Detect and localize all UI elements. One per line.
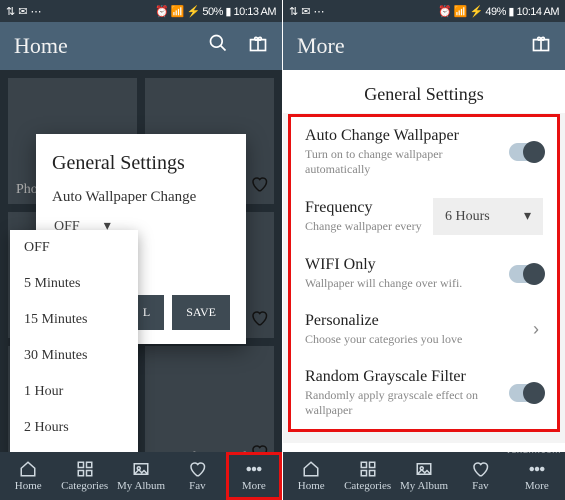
nav-categories[interactable]: Categories xyxy=(339,452,395,500)
dropdown-option[interactable]: 15 Minutes xyxy=(10,302,138,338)
setting-wifi-only[interactable]: WIFI OnlyWallpaper will change over wifi… xyxy=(291,246,557,302)
dropdown-option[interactable]: 1 Hour xyxy=(10,374,138,410)
nav-categories[interactable]: Categories xyxy=(56,452,112,500)
toggle-switch[interactable] xyxy=(509,143,543,161)
status-left-icons: ⇅ ✉ ⋯ xyxy=(6,5,42,18)
bottom-nav: Home Categories My Album Fav More xyxy=(283,452,565,500)
home-content: Photo C ad By Hold By Anthony Tuil Gener… xyxy=(0,70,282,452)
status-bar: ⇅ ✉ ⋯ ⏰ 📶 ⚡ 49% ▮ 10:14 AM xyxy=(283,0,565,22)
app-bar: More xyxy=(283,22,565,70)
gift-icon[interactable] xyxy=(531,33,551,59)
frequency-dropdown-menu: OFF 5 Minutes 15 Minutes 30 Minutes 1 Ho… xyxy=(10,230,138,452)
dropdown-option[interactable]: 2 Hours xyxy=(10,410,138,446)
app-bar: Home xyxy=(0,22,282,70)
section-title-general: General Settings xyxy=(283,70,565,113)
setting-frequency[interactable]: FrequencyChange wallpaper every 6 Hours▾ xyxy=(291,188,557,246)
search-icon[interactable] xyxy=(208,33,228,59)
nav-fav[interactable]: Fav xyxy=(169,452,225,500)
setting-grayscale[interactable]: Random Grayscale FilterRandomly apply gr… xyxy=(291,358,557,429)
status-right-text: ⏰ 📶 ⚡ 49% ▮ 10:14 AM xyxy=(438,5,559,18)
dropdown-option[interactable]: 6 Hours xyxy=(10,446,138,452)
general-settings-group: Auto Change WallpaperTurn on to change w… xyxy=(291,117,557,429)
gift-icon[interactable] xyxy=(248,33,268,59)
nav-my-album[interactable]: My Album xyxy=(396,452,452,500)
nav-more[interactable]: More xyxy=(226,452,282,500)
setting-personalize[interactable]: PersonalizeChoose your categories you lo… xyxy=(291,302,557,358)
page-title: Home xyxy=(14,33,68,59)
page-title: More xyxy=(297,33,345,59)
left-phone: ⇅ ✉ ⋯ ⏰ 📶 ⚡ 50% ▮ 10:13 AM Home Photo C … xyxy=(0,0,282,500)
chevron-right-icon: › xyxy=(529,319,543,340)
caret-down-icon: ▾ xyxy=(524,208,531,225)
dialog-title: General Settings xyxy=(52,152,230,175)
bottom-nav: Home Categories My Album Fav More xyxy=(0,452,282,500)
dropdown-option[interactable]: 5 Minutes xyxy=(10,266,138,302)
status-right-text: ⏰ 📶 ⚡ 50% ▮ 10:13 AM xyxy=(155,5,276,18)
more-content[interactable]: General Settings Auto Change WallpaperTu… xyxy=(283,70,565,452)
setting-auto-change[interactable]: Auto Change WallpaperTurn on to change w… xyxy=(291,117,557,188)
nav-home[interactable]: Home xyxy=(0,452,56,500)
frequency-select[interactable]: 6 Hours▾ xyxy=(433,198,543,235)
nav-home[interactable]: Home xyxy=(283,452,339,500)
nav-my-album[interactable]: My Album xyxy=(113,452,169,500)
nav-fav[interactable]: Fav xyxy=(452,452,508,500)
status-bar: ⇅ ✉ ⋯ ⏰ 📶 ⚡ 50% ▮ 10:13 AM xyxy=(0,0,282,22)
watermark: vsxdm.com xyxy=(506,445,561,456)
status-left-icons: ⇅ ✉ ⋯ xyxy=(289,5,325,18)
toggle-switch[interactable] xyxy=(509,265,543,283)
nav-more[interactable]: More xyxy=(509,452,565,500)
dropdown-option[interactable]: 30 Minutes xyxy=(10,338,138,374)
right-phone: ⇅ ✉ ⋯ ⏰ 📶 ⚡ 49% ▮ 10:14 AM More General … xyxy=(283,0,565,500)
toggle-switch[interactable] xyxy=(509,384,543,402)
save-button[interactable]: SAVE xyxy=(172,295,230,330)
dialog-row-label: Auto Wallpaper Change xyxy=(52,189,230,206)
dropdown-option[interactable]: OFF xyxy=(10,230,138,266)
